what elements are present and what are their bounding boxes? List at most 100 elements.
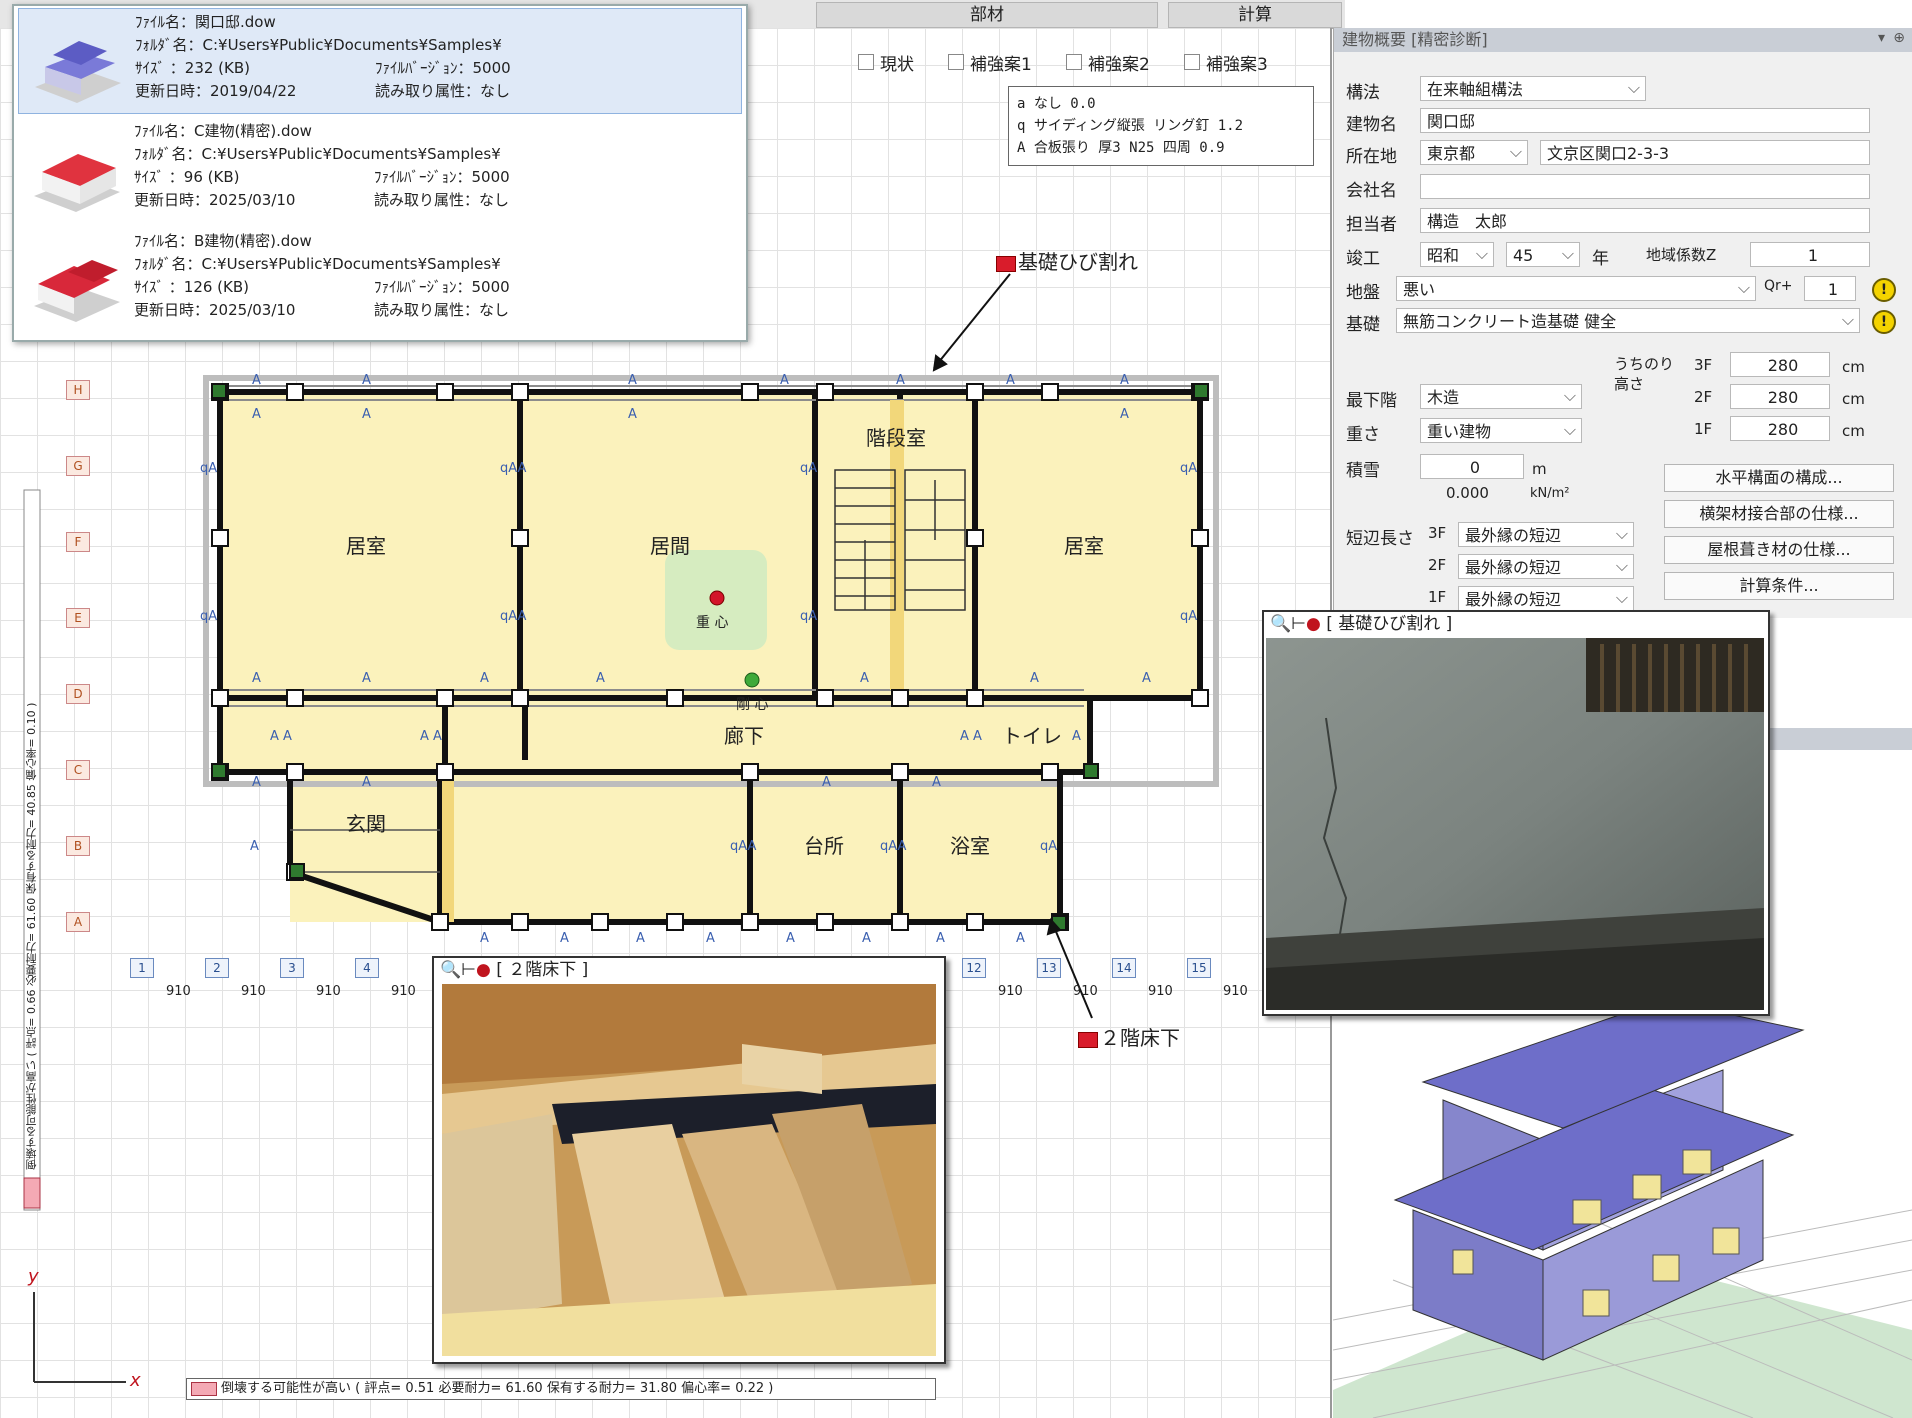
- svg-text:A: A: [480, 671, 489, 686]
- grid-mark[interactable]: A: [66, 912, 90, 932]
- structure-select[interactable]: 在来軸組構法: [1420, 76, 1646, 101]
- zoom-icon[interactable]: 🔍: [440, 960, 461, 980]
- horizontal-diaphragm-button[interactable]: 水平構面の構成...: [1664, 464, 1894, 492]
- recent-file-item[interactable]: ﾌｧｲﾙ名：B建物(精密).dow ﾌｫﾙﾀﾞ名：C:¥Users¥Public…: [18, 228, 740, 332]
- grid-mark[interactable]: E: [66, 608, 90, 628]
- svg-text:A: A: [862, 931, 871, 946]
- roof-material-button[interactable]: 屋根葺き材の仕様...: [1664, 536, 1894, 564]
- short-side-label: 短辺長さ: [1346, 529, 1414, 549]
- gravity-center-label: 重 心: [696, 615, 729, 631]
- grid-mark[interactable]: C: [66, 760, 90, 780]
- pin-icon[interactable]: ⊕: [1893, 30, 1905, 46]
- height-3f-field[interactable]: 280: [1730, 352, 1830, 377]
- year-select[interactable]: 45: [1506, 242, 1580, 267]
- snow-load-value: 0.000: [1446, 484, 1489, 502]
- built-label: 竣工: [1346, 249, 1380, 269]
- photo-window-floor[interactable]: 🔍⊢● [ ２階床下 ]: [432, 956, 946, 1364]
- photo-window-foundation[interactable]: 🔍⊢● [ 基礎ひび割れ ]: [1262, 610, 1770, 1016]
- svg-text:A: A: [362, 775, 371, 790]
- svg-text:A: A: [628, 373, 637, 388]
- grid-mark[interactable]: 3: [280, 958, 304, 978]
- 3d-model-view[interactable]: [1333, 1000, 1912, 1418]
- structure-label: 構法: [1346, 83, 1380, 103]
- grid-mark[interactable]: 4: [355, 958, 379, 978]
- collapse-icon[interactable]: ▾: [1878, 30, 1885, 46]
- foundation-select[interactable]: 無筋コンクリート造基礎 健全: [1396, 308, 1860, 333]
- zone-field[interactable]: 1: [1750, 242, 1870, 267]
- svg-text:A: A: [628, 407, 637, 422]
- edge-floor-label: 2F: [1428, 556, 1447, 574]
- pin-icon[interactable]: ⊢: [461, 960, 476, 980]
- snow-load-unit: kN/m²: [1530, 486, 1570, 501]
- warning-icon[interactable]: !: [1872, 310, 1896, 334]
- qr-label: Qr+: [1764, 278, 1793, 294]
- callout-second-floor-under[interactable]: ２階床下: [1078, 1022, 1180, 1051]
- room-label: 居室: [346, 534, 386, 558]
- short-side-2f-select[interactable]: 最外縁の短辺: [1458, 554, 1634, 579]
- photo-title: [ ２階床下 ]: [496, 960, 589, 980]
- short-side-1f-select[interactable]: 最外縁の短辺: [1458, 586, 1634, 611]
- marker-icon[interactable]: ●: [1306, 614, 1321, 634]
- company-label: 会社名: [1346, 181, 1397, 201]
- qr-field[interactable]: 1: [1804, 276, 1856, 301]
- recent-files-popup: ﾌｧｲﾙ名：関口邸.dow ﾌｫﾙﾀﾞ名：C:¥Users¥Public¥Doc…: [12, 4, 748, 342]
- dimension-label: 910: [166, 984, 191, 999]
- calc-conditions-button[interactable]: 計算条件...: [1664, 572, 1894, 600]
- zoom-icon[interactable]: 🔍: [1270, 614, 1291, 634]
- y-axis-label: y: [28, 1266, 39, 1287]
- recent-file-item[interactable]: ﾌｧｲﾙ名：関口邸.dow ﾌｫﾙﾀﾞ名：C:¥Users¥Public¥Doc…: [18, 8, 742, 114]
- dimension-label: 910: [391, 984, 416, 999]
- pin-icon[interactable]: ⊢: [1291, 614, 1306, 634]
- joint-spec-button[interactable]: 横架材接合部の仕様...: [1664, 500, 1894, 528]
- warning-icon[interactable]: !: [1872, 278, 1896, 302]
- height-2f-field[interactable]: 280: [1730, 384, 1830, 409]
- svg-text:A: A: [362, 671, 371, 686]
- weight-label: 重さ: [1346, 425, 1380, 445]
- grid-mark[interactable]: 14: [1112, 958, 1136, 978]
- svg-text:A: A: [936, 931, 945, 946]
- svg-text:A: A: [706, 931, 715, 946]
- height-unit: cm: [1842, 390, 1865, 408]
- grid-mark[interactable]: G: [66, 456, 90, 476]
- address-field[interactable]: 文京区関口2-3-3: [1540, 140, 1870, 165]
- grid-mark[interactable]: 12: [962, 958, 986, 978]
- person-field[interactable]: 構造 太郎: [1420, 208, 1870, 233]
- marker-icon[interactable]: ●: [476, 960, 491, 980]
- svg-text:A: A: [596, 671, 605, 686]
- svg-text:A A: A A: [270, 729, 292, 744]
- height-floor-label: 2F: [1694, 388, 1713, 406]
- side-status: 倒壊する可能性が高い ( 評点= 0.66 必要耐力= 61.60 保有する耐力…: [25, 702, 38, 1170]
- short-side-3f-select[interactable]: 最外縁の短辺: [1458, 522, 1634, 547]
- ground-select[interactable]: 悪い: [1396, 276, 1756, 301]
- room-label: 浴室: [950, 834, 990, 858]
- svg-text:qAA: qAA: [880, 839, 907, 854]
- grid-mark[interactable]: 1: [130, 958, 154, 978]
- era-select[interactable]: 昭和: [1420, 242, 1494, 267]
- grid-mark[interactable]: 2: [205, 958, 229, 978]
- prefecture-select[interactable]: 東京都: [1420, 140, 1528, 165]
- company-field[interactable]: [1420, 174, 1870, 199]
- snow-depth-field[interactable]: 0: [1420, 454, 1524, 479]
- svg-text:A: A: [1142, 671, 1151, 686]
- building-name-field[interactable]: 関口邸: [1420, 108, 1870, 133]
- grid-mark[interactable]: 15: [1187, 958, 1211, 978]
- recent-file-item[interactable]: ﾌｧｲﾙ名：C建物(精密).dow ﾌｫﾙﾀﾞ名：C:¥Users¥Public…: [18, 118, 740, 222]
- lowest-floor-select[interactable]: 木造: [1420, 384, 1582, 409]
- weight-select[interactable]: 重い建物: [1420, 418, 1582, 443]
- house-thumbnail-icon: [35, 41, 121, 103]
- callout-foundation-crack[interactable]: 基礎ひび割れ: [996, 246, 1138, 275]
- file-name: C建物(精密).dow: [194, 122, 312, 140]
- house-thumbnail-icon: [34, 154, 120, 212]
- grid-mark[interactable]: H: [66, 380, 90, 400]
- edge-floor-label: 3F: [1428, 524, 1447, 542]
- height-1f-field[interactable]: 280: [1730, 416, 1830, 441]
- grid-mark[interactable]: D: [66, 684, 90, 704]
- room-label: 階段室: [866, 426, 926, 450]
- grid-mark[interactable]: B: [66, 836, 90, 856]
- snow-depth-unit: m: [1532, 460, 1547, 478]
- svg-text:A: A: [860, 671, 869, 686]
- grid-mark[interactable]: F: [66, 532, 90, 552]
- svg-text:qA: qA: [200, 461, 217, 476]
- grid-mark[interactable]: 13: [1037, 958, 1061, 978]
- file-name: B建物(精密).dow: [194, 232, 312, 250]
